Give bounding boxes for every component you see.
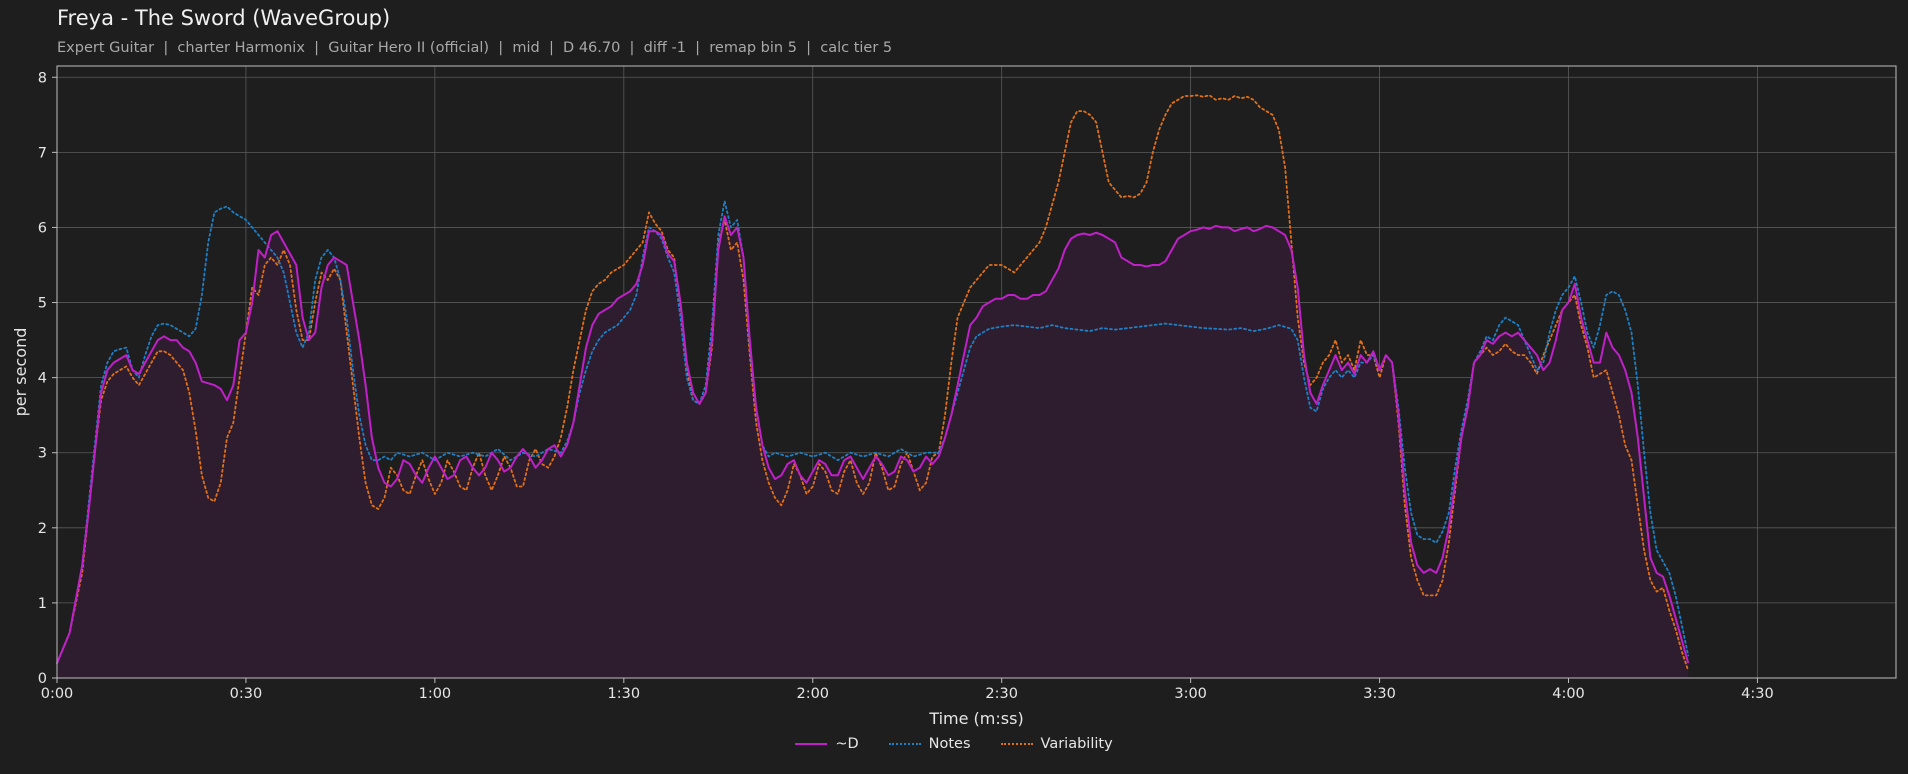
legend-item-d[interactable]: ~D [795,736,859,752]
legend-swatch-d [795,743,828,745]
x-tick-label: 1:30 [608,686,641,702]
y-tick-label: 2 [38,521,47,537]
x-tick-label: 0:30 [230,686,263,702]
y-tick-label: 5 [38,296,47,312]
series-fill-d [57,216,1689,678]
x-tick-label: 4:30 [1741,686,1774,702]
legend-item-variability[interactable]: Variability [1000,736,1113,752]
x-tick-label: 2:30 [985,686,1018,702]
y-tick-label: 6 [38,220,47,236]
x-tick-label: 2:00 [796,686,829,702]
x-tick-label: 3:00 [1174,686,1207,702]
y-tick-label: 3 [38,446,47,462]
legend-label-notes: Notes [928,736,971,752]
y-tick-label: 8 [38,70,47,86]
x-tick-label: 3:30 [1363,686,1396,702]
x-tick-label: 4:00 [1552,686,1585,702]
legend-label-variability: Variability [1040,736,1113,752]
y-tick-label: 0 [38,671,47,687]
legend-swatch-variability [1000,743,1033,745]
y-tick-label: 1 [38,596,47,612]
x-axis-label: Time (m:ss) [928,709,1023,728]
legend-swatch-notes [888,743,921,745]
y-axis-label: per second [11,328,30,417]
legend: ~D Notes Variability [0,736,1908,752]
y-tick-label: 7 [38,145,47,161]
legend-label-d: ~D [835,736,859,752]
line-chart: 0:00 0:30 1:00 1:30 2:00 2:30 3:00 3:30 4:00 4:30… [11,65,1897,728]
y-tick-label: 4 [38,371,47,387]
x-tick-label: 1:00 [419,686,452,702]
x-tick-label: 0:00 [41,686,74,702]
legend-item-notes[interactable]: Notes [888,736,971,752]
